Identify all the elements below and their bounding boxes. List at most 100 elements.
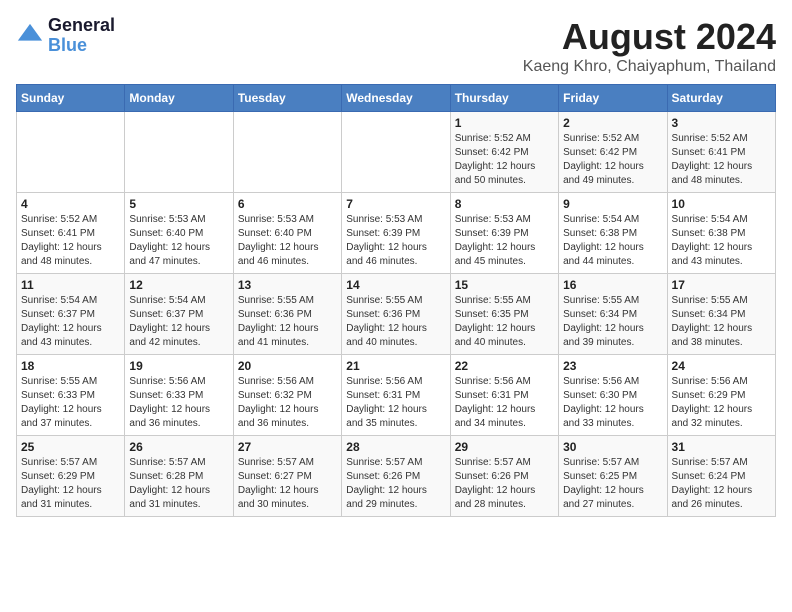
day-number: 31 [672,440,771,454]
day-info: Sunrise: 5:55 AM Sunset: 6:36 PM Dayligh… [346,294,445,350]
day-info: Sunrise: 5:56 AM Sunset: 6:29 PM Dayligh… [672,375,771,431]
calendar-cell: 1 Sunrise: 5:52 AM Sunset: 6:42 PM Daylig… [450,112,558,193]
day-number: 15 [455,278,554,292]
day-info: Sunrise: 5:52 AM Sunset: 6:42 PM Dayligh… [563,132,662,188]
calendar-cell: 19 Sunrise: 5:56 AM Sunset: 6:33 PM Dayli… [125,355,233,436]
calendar-cell [125,112,233,193]
calendar-header-row: SundayMondayTuesdayWednesdayThursdayFrid… [17,85,776,112]
day-number: 1 [455,116,554,130]
calendar-cell: 16Sunrise: 5:55 AM Sunset: 6:34 PM Dayli… [559,274,667,355]
logo-text: General Blue [48,16,115,56]
day-info: Sunrise: 5:55 AM Sunset: 6:33 PM Dayligh… [21,375,120,431]
day-info: Sunrise: 5:56 AM Sunset: 6:30 PM Dayligh… [563,375,662,431]
calendar-week-2: 4 Sunrise: 5:52 AM Sunset: 6:41 PM Daylig… [17,193,776,274]
calendar-cell: 9Sunrise: 5:54 AM Sunset: 6:38 PM Daylig… [559,193,667,274]
day-info: Sunrise: 5:56 AM Sunset: 6:31 PM Dayligh… [346,375,445,431]
day-info: Sunrise: 5:52 AM Sunset: 6:42 PM Dayligh… [455,132,554,188]
title-section: August 2024 Kaeng Khro, Chaiyaphum, Thai… [523,16,776,76]
calendar-cell: 29 Sunrise: 5:57 AM Sunset: 6:26 PM Dayli… [450,436,558,517]
calendar-cell: 20 Sunrise: 5:56 AM Sunset: 6:32 PM Dayli… [233,355,341,436]
calendar-cell [342,112,450,193]
day-number: 19 [129,359,228,373]
day-number: 24 [672,359,771,373]
day-info: Sunrise: 5:53 AM Sunset: 6:40 PM Dayligh… [238,213,337,269]
calendar-cell: 7 Sunrise: 5:53 AM Sunset: 6:39 PM Daylig… [342,193,450,274]
day-number: 25 [21,440,120,454]
calendar-cell: 3 Sunrise: 5:52 AM Sunset: 6:41 PM Daylig… [667,112,775,193]
day-info: Sunrise: 5:57 AM Sunset: 6:24 PM Dayligh… [672,456,771,512]
day-number: 29 [455,440,554,454]
header-thursday: Thursday [450,85,558,112]
day-number: 18 [21,359,120,373]
day-info: Sunrise: 5:56 AM Sunset: 6:33 PM Dayligh… [129,375,228,431]
day-info: Sunrise: 5:55 AM Sunset: 6:35 PM Dayligh… [455,294,554,350]
logo-icon [16,22,44,50]
day-number: 8 [455,197,554,211]
day-info: Sunrise: 5:53 AM Sunset: 6:39 PM Dayligh… [346,213,445,269]
calendar-cell: 25Sunrise: 5:57 AM Sunset: 6:29 PM Dayli… [17,436,125,517]
calendar-cell: 5Sunrise: 5:53 AM Sunset: 6:40 PM Daylig… [125,193,233,274]
calendar-cell: 4 Sunrise: 5:52 AM Sunset: 6:41 PM Daylig… [17,193,125,274]
day-info: Sunrise: 5:52 AM Sunset: 6:41 PM Dayligh… [21,213,120,269]
day-info: Sunrise: 5:53 AM Sunset: 6:40 PM Dayligh… [129,213,228,269]
day-info: Sunrise: 5:52 AM Sunset: 6:41 PM Dayligh… [672,132,771,188]
day-info: Sunrise: 5:54 AM Sunset: 6:38 PM Dayligh… [563,213,662,269]
calendar-cell: 24 Sunrise: 5:56 AM Sunset: 6:29 PM Dayli… [667,355,775,436]
day-number: 20 [238,359,337,373]
calendar-cell: 18 Sunrise: 5:55 AM Sunset: 6:33 PM Dayli… [17,355,125,436]
calendar-cell: 10 Sunrise: 5:54 AM Sunset: 6:38 PM Dayli… [667,193,775,274]
calendar-week-1: 1 Sunrise: 5:52 AM Sunset: 6:42 PM Daylig… [17,112,776,193]
day-info: Sunrise: 5:56 AM Sunset: 6:32 PM Dayligh… [238,375,337,431]
day-info: Sunrise: 5:56 AM Sunset: 6:31 PM Dayligh… [455,375,554,431]
day-info: Sunrise: 5:55 AM Sunset: 6:36 PM Dayligh… [238,294,337,350]
calendar-cell: 23 Sunrise: 5:56 AM Sunset: 6:30 PM Dayli… [559,355,667,436]
day-number: 6 [238,197,337,211]
day-number: 17 [672,278,771,292]
day-number: 2 [563,116,662,130]
day-number: 7 [346,197,445,211]
day-info: Sunrise: 5:57 AM Sunset: 6:27 PM Dayligh… [238,456,337,512]
day-number: 13 [238,278,337,292]
header-monday: Monday [125,85,233,112]
calendar-cell: 21 Sunrise: 5:56 AM Sunset: 6:31 PM Dayli… [342,355,450,436]
day-info: Sunrise: 5:57 AM Sunset: 6:25 PM Dayligh… [563,456,662,512]
day-number: 10 [672,197,771,211]
day-number: 26 [129,440,228,454]
calendar-cell: 30Sunrise: 5:57 AM Sunset: 6:25 PM Dayli… [559,436,667,517]
calendar-cell: 28Sunrise: 5:57 AM Sunset: 6:26 PM Dayli… [342,436,450,517]
day-info: Sunrise: 5:55 AM Sunset: 6:34 PM Dayligh… [563,294,662,350]
header-tuesday: Tuesday [233,85,341,112]
header-saturday: Saturday [667,85,775,112]
day-number: 23 [563,359,662,373]
calendar-cell: 8Sunrise: 5:53 AM Sunset: 6:39 PM Daylig… [450,193,558,274]
day-number: 22 [455,359,554,373]
header-wednesday: Wednesday [342,85,450,112]
calendar-cell: 6 Sunrise: 5:53 AM Sunset: 6:40 PM Daylig… [233,193,341,274]
calendar-cell: 22 Sunrise: 5:56 AM Sunset: 6:31 PM Dayli… [450,355,558,436]
calendar-cell: 12Sunrise: 5:54 AM Sunset: 6:37 PM Dayli… [125,274,233,355]
calendar-cell: 11Sunrise: 5:54 AM Sunset: 6:37 PM Dayli… [17,274,125,355]
page-header: General Blue August 2024 Kaeng Khro, Cha… [16,16,776,76]
day-info: Sunrise: 5:54 AM Sunset: 6:38 PM Dayligh… [672,213,771,269]
calendar-title: August 2024 [523,16,776,58]
calendar-week-3: 11Sunrise: 5:54 AM Sunset: 6:37 PM Dayli… [17,274,776,355]
calendar-cell: 15 Sunrise: 5:55 AM Sunset: 6:35 PM Dayli… [450,274,558,355]
day-number: 27 [238,440,337,454]
day-info: Sunrise: 5:57 AM Sunset: 6:28 PM Dayligh… [129,456,228,512]
calendar-cell: 17 Sunrise: 5:55 AM Sunset: 6:34 PM Dayli… [667,274,775,355]
day-number: 3 [672,116,771,130]
day-number: 4 [21,197,120,211]
day-number: 11 [21,278,120,292]
day-info: Sunrise: 5:57 AM Sunset: 6:26 PM Dayligh… [455,456,554,512]
day-number: 14 [346,278,445,292]
calendar-cell: 13 Sunrise: 5:55 AM Sunset: 6:36 PM Dayli… [233,274,341,355]
calendar-subtitle: Kaeng Khro, Chaiyaphum, Thailand [523,58,776,76]
day-info: Sunrise: 5:57 AM Sunset: 6:26 PM Dayligh… [346,456,445,512]
day-number: 21 [346,359,445,373]
day-info: Sunrise: 5:55 AM Sunset: 6:34 PM Dayligh… [672,294,771,350]
calendar-cell: 14 Sunrise: 5:55 AM Sunset: 6:36 PM Dayli… [342,274,450,355]
calendar-cell: 27 Sunrise: 5:57 AM Sunset: 6:27 PM Dayli… [233,436,341,517]
calendar-cell: 2 Sunrise: 5:52 AM Sunset: 6:42 PM Daylig… [559,112,667,193]
calendar-week-5: 25Sunrise: 5:57 AM Sunset: 6:29 PM Dayli… [17,436,776,517]
calendar-week-4: 18 Sunrise: 5:55 AM Sunset: 6:33 PM Dayli… [17,355,776,436]
